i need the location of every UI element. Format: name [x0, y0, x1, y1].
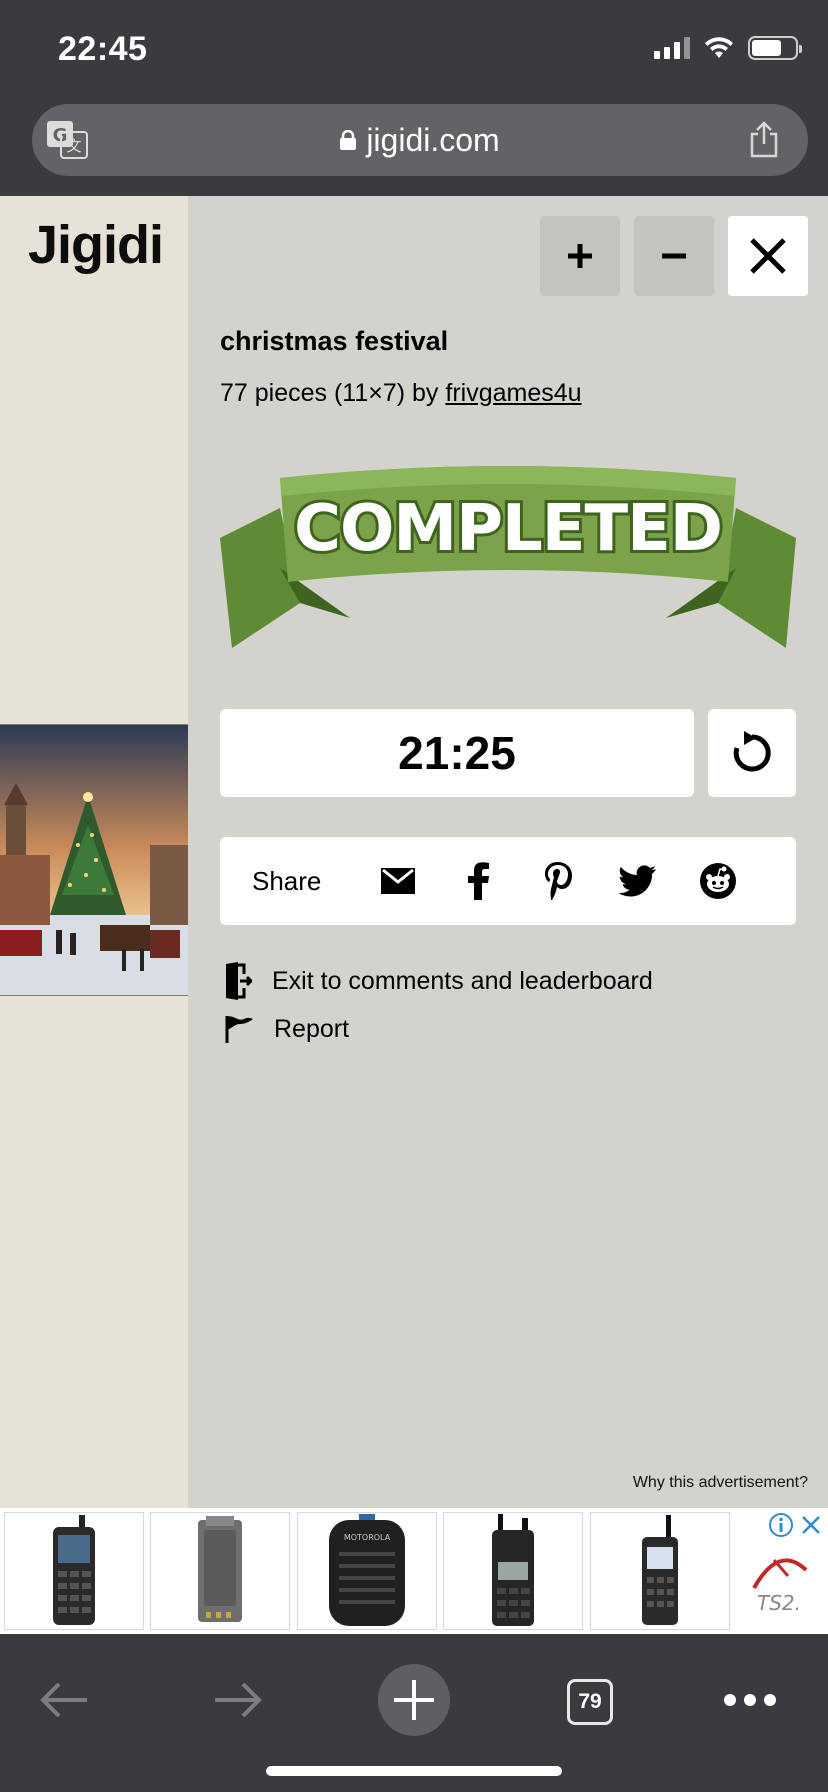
walkie-talkie-image — [492, 1514, 534, 1626]
ad-close-icon[interactable] — [798, 1512, 824, 1538]
url-display[interactable]: jigidi.com — [32, 104, 808, 176]
new-tab-button[interactable] — [378, 1664, 450, 1736]
tabs-button[interactable]: 79 — [564, 1676, 616, 1728]
ad-why-link[interactable]: Why this advertisement? — [633, 1474, 808, 1492]
address-bar[interactable]: G 文 jigidi.com — [32, 104, 808, 176]
radio-phone-image — [53, 1515, 95, 1625]
restart-icon — [733, 731, 771, 772]
minus-icon — [662, 253, 686, 259]
zoom-in-button[interactable] — [540, 216, 620, 296]
browser-top-bar: 22:45 G 文 jigidi.com — [0, 0, 828, 196]
share-icon[interactable] — [748, 120, 780, 158]
share-label: Share — [252, 866, 322, 896]
lock-icon — [340, 130, 357, 150]
more-menu-button[interactable] — [720, 1680, 780, 1720]
reddit-icon[interactable] — [698, 861, 738, 901]
flag-icon — [225, 1016, 253, 1043]
pinterest-icon[interactable] — [538, 861, 578, 901]
tetra-radio-image — [642, 1515, 678, 1625]
ad-product-walkie-talkie[interactable] — [443, 1512, 583, 1630]
report-link-label[interactable]: Report — [274, 1015, 349, 1044]
ad-brand-logo[interactable]: TS2. — [744, 1548, 814, 1618]
ad-product-tetra-radio[interactable] — [590, 1512, 730, 1630]
svg-text:MOTOROLA: MOTOROLA — [344, 1533, 391, 1542]
email-icon[interactable] — [378, 861, 418, 901]
puzzle-pieces-info: 77 pieces (11×7) by — [220, 379, 439, 407]
twitter-icon[interactable] — [618, 861, 658, 901]
exit-link-label[interactable]: Exit to comments and leaderboard — [272, 967, 653, 996]
site-sidebar: Jigidi — [0, 196, 188, 1508]
cellular-signal-icon — [654, 37, 690, 59]
puzzle-meta: 77 pieces (11×7) by frivgames4u — [220, 379, 582, 408]
ad-banner[interactable]: MOTOROLA TS2. — [0, 1508, 828, 1634]
speaker-mic-image: MOTOROLA — [329, 1514, 405, 1626]
completed-banner: COMPLETED — [220, 466, 796, 648]
wifi-icon — [705, 37, 733, 58]
puzzle-thumbnail[interactable] — [0, 724, 188, 996]
completed-text: COMPLETED — [294, 492, 722, 566]
back-arrow-icon — [40, 1682, 87, 1718]
ad-product-battery[interactable] — [150, 1512, 290, 1630]
plus-icon — [394, 1680, 434, 1720]
plus-icon — [568, 244, 592, 268]
ad-info-icon[interactable] — [768, 1512, 794, 1538]
ad-brand-text: TS2. — [757, 1591, 801, 1615]
close-button[interactable] — [728, 216, 808, 296]
tabs-count[interactable]: 79 — [567, 1679, 613, 1725]
ad-product-microphone[interactable]: MOTOROLA — [297, 1512, 437, 1630]
home-indicator — [266, 1766, 562, 1776]
forward-button[interactable] — [210, 1672, 266, 1728]
site-logo[interactable]: Jigidi — [28, 214, 164, 276]
battery-pack-image — [198, 1516, 242, 1622]
zoom-out-button[interactable] — [634, 216, 714, 296]
ellipsis-icon — [724, 1694, 776, 1706]
close-icon — [750, 238, 786, 274]
puzzle-title: christmas festival — [220, 326, 449, 356]
timer-display: 21:25 — [220, 709, 694, 797]
exit-to-comments-link[interactable]: Exit to comments and leaderboard — [224, 962, 653, 1000]
puzzle-complete-panel: christmas festival 77 pieces (11×7) by f… — [188, 196, 828, 1508]
christmas-market-image — [0, 725, 188, 995]
exit-door-icon — [226, 962, 252, 1000]
back-button[interactable] — [36, 1672, 92, 1728]
author-link[interactable]: frivgames4u — [445, 379, 581, 407]
battery-icon — [748, 36, 802, 60]
url-text[interactable]: jigidi.com — [366, 122, 499, 159]
forward-arrow-icon — [215, 1682, 262, 1718]
status-time: 22:45 — [58, 30, 148, 68]
report-link[interactable]: Report — [224, 1014, 349, 1044]
ad-product-radio-phone[interactable] — [4, 1512, 144, 1630]
share-panel: Share — [220, 837, 796, 925]
facebook-icon[interactable] — [458, 861, 498, 901]
restart-button[interactable] — [708, 709, 796, 797]
status-icons — [654, 36, 802, 60]
